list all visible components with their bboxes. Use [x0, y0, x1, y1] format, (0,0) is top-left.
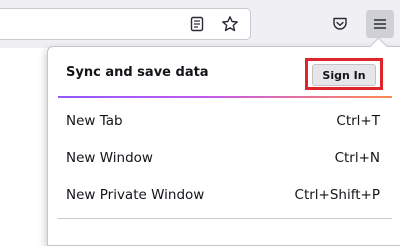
browser-toolbar [0, 0, 400, 49]
url-bar[interactable] [0, 8, 251, 40]
hamburger-menu-icon[interactable] [366, 10, 394, 38]
menu-item-new-window[interactable]: New Window Ctrl+N [48, 140, 400, 176]
menu-item-shortcut: Ctrl+N [334, 150, 380, 166]
app-menu-panel: Sync and save data Sign In New Tab Ctrl+… [47, 37, 400, 246]
reader-view-icon[interactable] [185, 12, 209, 36]
pocket-icon[interactable] [328, 12, 352, 36]
bookmark-star-icon[interactable] [218, 12, 242, 36]
sign-in-button[interactable]: Sign In [312, 64, 376, 86]
menu-separator [58, 218, 392, 219]
sync-section: Sync and save data Sign In [48, 55, 400, 93]
menu-item-shortcut: Ctrl+T [336, 113, 380, 129]
menu-item-label: New Private Window [66, 187, 205, 203]
menu-item-new-private-window[interactable]: New Private Window Ctrl+Shift+P [48, 177, 400, 213]
sync-separator [58, 96, 392, 98]
sync-title: Sync and save data [66, 65, 209, 80]
menu-item-shortcut: Ctrl+Shift+P [294, 187, 380, 203]
menu-item-label: New Window [66, 150, 153, 166]
page-content [0, 48, 48, 240]
menu-item-new-tab[interactable]: New Tab Ctrl+T [48, 103, 400, 139]
menu-item-label: New Tab [66, 113, 123, 129]
